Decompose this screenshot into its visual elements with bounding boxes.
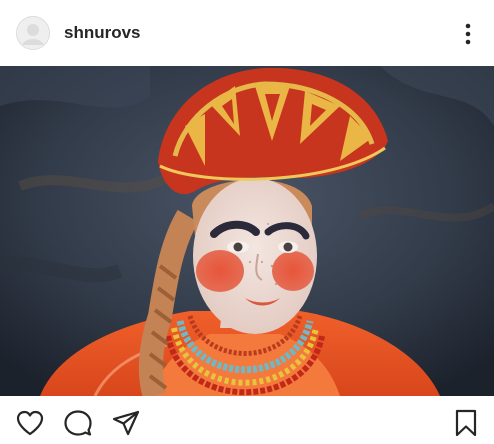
more-vertical-icon: [465, 23, 471, 45]
comment-icon: [64, 410, 92, 436]
bookmark-icon: [455, 409, 477, 437]
default-avatar-icon: [17, 17, 49, 49]
post-actions-bar: [0, 396, 494, 444]
username[interactable]: shnurovs: [64, 23, 141, 43]
heart-icon: [16, 410, 44, 436]
instagram-post: shnurovs: [0, 0, 494, 444]
avatar[interactable]: [16, 16, 50, 50]
portrait-image: [0, 66, 494, 396]
paper-plane-icon: [112, 410, 140, 436]
like-button[interactable]: [16, 409, 44, 437]
post-photo[interactable]: [0, 66, 494, 396]
share-button[interactable]: [112, 409, 140, 437]
more-options-button[interactable]: [458, 22, 478, 46]
save-button[interactable]: [452, 409, 480, 437]
post-header: shnurovs: [0, 0, 494, 66]
comment-button[interactable]: [64, 409, 92, 437]
